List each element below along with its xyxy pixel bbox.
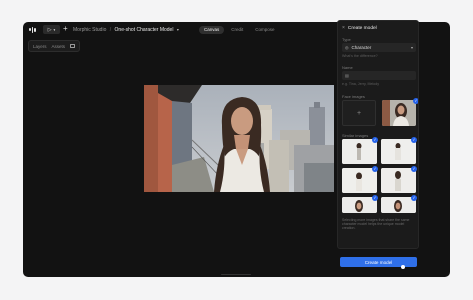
similar-photo-2 [381,139,416,164]
create-model-button[interactable]: Create model [340,257,417,267]
cursor-icon: ▷ [47,26,52,33]
check-icon: ✓ [411,137,417,143]
panel-header: × Create model [342,25,377,31]
check-icon: ✓ [372,166,378,172]
mouse-cursor [401,265,405,269]
check-icon: ✓ [372,195,378,201]
close-icon[interactable]: × [342,25,345,31]
breadcrumb: Morphic Studio / One-shot Character Mode… [73,26,179,34]
type-label: Type [342,37,351,42]
layers-assets-toggle: Layers Assets [28,40,80,52]
panel-title: Create model [347,25,377,31]
canvas-image[interactable] [144,85,334,192]
check-icon: ✓ [413,98,418,104]
type-select[interactable]: ◎ Character ▾ [342,43,416,52]
tab-compose[interactable]: Compose [250,26,279,34]
chevron-down-icon: ▾ [410,45,413,50]
type-value: Character [351,45,372,50]
app-logo-icon[interactable] [29,26,39,33]
portrait-photo [144,85,334,192]
add-face-image-button[interactable]: + [342,100,376,126]
chevron-down-icon: ▾ [53,27,56,32]
create-model-panel: × Create model Type ◎ Character ▾ What's… [337,20,419,249]
tab-credit[interactable]: Credit [226,26,248,34]
similar-image-thumb[interactable] [342,168,377,193]
type-hint-link[interactable]: What's the difference? [342,54,378,58]
breadcrumb-root[interactable]: Morphic Studio [73,27,106,33]
check-icon: ✓ [411,195,417,201]
tab-layers[interactable]: Layers [33,44,47,49]
mode-switcher: Canvas Credit Compose [199,25,280,34]
similar-images-label: Similar images [342,133,369,138]
panel-toggle-icon[interactable] [70,44,75,48]
similar-photo-4 [381,168,416,193]
chevron-down-icon[interactable]: ▾ [177,27,179,32]
similar-photo-1 [342,139,377,164]
breadcrumb-separator: / [109,27,112,33]
similar-image-thumb[interactable] [381,139,416,164]
name-placeholder: e.g. Tina, Jerry, Melody [342,82,380,86]
id-card-icon: ▤ [345,73,349,78]
face-image-thumb[interactable] [382,100,416,126]
select-tool-button[interactable]: ▷ ▾ [43,25,60,34]
face-images-label: Face images [342,94,365,99]
name-input[interactable]: ▤ [342,71,416,80]
check-icon: ✓ [372,137,378,143]
name-label: Name [342,65,353,70]
canvas-scrollbar[interactable] [221,274,251,275]
similar-image-thumb[interactable] [342,139,377,164]
similar-image-thumb[interactable] [381,168,416,193]
add-button[interactable]: + [63,24,68,34]
check-icon: ✓ [411,166,417,172]
similar-photo-3 [342,168,377,193]
tab-canvas[interactable]: Canvas [199,25,225,34]
breadcrumb-current[interactable]: One-shot Character Model [115,27,174,33]
face-thumb-photo [382,100,416,126]
tab-assets[interactable]: Assets [52,44,66,49]
character-icon: ◎ [345,45,349,50]
panel-description: Selecting more images that share the sam… [342,218,410,231]
